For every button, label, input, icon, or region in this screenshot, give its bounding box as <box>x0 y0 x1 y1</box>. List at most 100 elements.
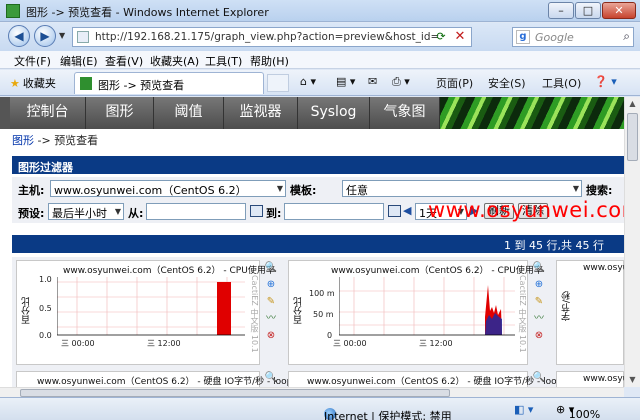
zoom-icon[interactable]: 🔍 <box>264 261 278 275</box>
scroll-thumb[interactable] <box>627 113 638 161</box>
scroll-up-icon[interactable]: ▲ <box>625 97 640 111</box>
export-icon[interactable]: ⊕ <box>532 278 546 292</box>
horizontal-scrollbar[interactable] <box>0 387 624 397</box>
graph-plot <box>339 277 515 337</box>
preset-label: 预设: <box>18 207 45 220</box>
graph-title: www.osyunwei.c <box>583 374 624 384</box>
xtick: 三 00:00 <box>61 339 95 348</box>
xtick: 三 12:00 <box>147 339 181 348</box>
remove-icon[interactable]: ⊗ <box>264 329 278 343</box>
url-text[interactable]: http://192.168.21.175/graph_view.php?act… <box>95 31 440 43</box>
feeds-icon[interactable]: ▤ ▾ <box>336 75 355 88</box>
search-icon[interactable]: ⌕ <box>623 29 630 44</box>
address-bar[interactable]: http://192.168.21.175/graph_view.php?act… <box>72 27 472 47</box>
graph-title: www.osyunwei.com（CentOS 6.2） - CPU使用率 <box>331 266 543 276</box>
status-bar: Internet | 保护模式: 禁用 ◧ ▾ ⊕ 100% ▾ <box>0 397 640 420</box>
trend-icon[interactable]: 〰 <box>532 312 546 326</box>
help-icon[interactable]: ❓ ▾ <box>594 75 617 88</box>
graph-actions: 🔍 ⊕ ✎ 〰 ⊗ <box>532 261 548 346</box>
graph-plot <box>57 277 245 337</box>
graph-panel[interactable]: www.osyunwei.com（CentOS 6.2） - 硬盘 IO字节/秒… <box>288 371 562 387</box>
new-tab-button[interactable] <box>267 74 289 92</box>
search-box[interactable]: g Google ⌕ <box>512 27 634 47</box>
maximize-button[interactable]: □ <box>575 2 601 19</box>
mail-icon[interactable]: ✉ <box>368 75 377 88</box>
forward-button[interactable]: ▶ <box>34 25 56 47</box>
close-button[interactable]: ✕ <box>602 2 636 19</box>
page-menu-button[interactable]: 页面(P) <box>436 75 473 91</box>
trend-icon[interactable]: 〰 <box>264 312 278 326</box>
nav-tab-weathermap[interactable]: 气象图 <box>370 97 440 129</box>
template-select[interactable]: 任意 ▼ <box>342 180 582 197</box>
vertical-scrollbar[interactable]: ▲ ▼ <box>624 97 640 387</box>
shift-left-icon[interactable]: ◀ <box>403 204 411 217</box>
menu-favorites[interactable]: 收藏夹(A) <box>150 53 199 69</box>
calendar-icon[interactable] <box>250 205 263 217</box>
graph-actions: 🔍 ⊕ ✎ 〰 ⊗ <box>264 261 280 346</box>
from-date-input[interactable] <box>146 203 246 220</box>
history-dropdown-icon[interactable]: ▼ <box>59 31 65 40</box>
scroll-down-icon[interactable]: ▼ <box>625 373 640 387</box>
menu-help[interactable]: 帮助(H) <box>250 53 289 69</box>
search-input[interactable]: Google <box>535 31 574 44</box>
graph-panel[interactable]: www.osyunwei.com（CentOS 6.2） - 硬盘 IO字节/秒… <box>16 371 292 387</box>
graph-actions: 🔍 <box>532 371 548 387</box>
graph-title: www.osyunwei.com（CentOS 6.2） - 硬盘 IO字节/秒… <box>307 377 563 387</box>
graph-panel[interactable]: www.osyunwei.c 字节/秒 <box>556 260 624 365</box>
site-watermark: www.osyunwei.com <box>428 198 624 222</box>
remove-icon[interactable]: ⊗ <box>532 329 546 343</box>
print-icon[interactable]: ⎙ ▾ <box>392 75 410 89</box>
zoom-level[interactable]: ⊕ 100% ▾ <box>556 403 600 420</box>
star-icon: ★ <box>10 77 20 90</box>
browser-tab[interactable]: 图形 -> 预览查看 <box>74 72 264 94</box>
back-button[interactable]: ◀ <box>8 25 30 47</box>
ytick: 0 <box>327 331 333 340</box>
host-select[interactable]: www.osyunwei.com（CentOS 6.2） ▼ <box>50 180 286 197</box>
page-favicon-icon <box>6 4 20 18</box>
home-icon[interactable]: ⌂ ▾ <box>300 75 316 88</box>
export-icon[interactable]: ⊕ <box>264 278 278 292</box>
breadcrumb-link-graphs[interactable]: 图形 <box>12 134 34 147</box>
graph-ylabel: 字节/秒 <box>562 291 572 322</box>
filter-header: 图形过滤器 <box>12 156 624 174</box>
minimize-button[interactable]: – <box>548 2 574 19</box>
popup-blocker-icon[interactable]: ◧ ▾ <box>514 403 533 416</box>
ytick: 0.5 <box>39 304 52 313</box>
ytick: 1.0 <box>39 275 52 284</box>
zoom-icon[interactable]: 🔍 <box>264 371 278 385</box>
from-label: 从: <box>128 207 144 220</box>
to-date-input[interactable] <box>284 203 384 220</box>
menu-tools[interactable]: 工具(T) <box>205 53 242 69</box>
settings-icon[interactable]: ✎ <box>532 295 546 309</box>
menu-edit[interactable]: 编辑(E) <box>60 53 98 69</box>
breadcrumb: 图形 -> 预览查看 <box>12 134 99 147</box>
graph-watermark-label: CactiEZ 中文版 10.1 <box>250 275 259 353</box>
zoom-icon[interactable]: 🔍 <box>532 261 546 275</box>
cpu-usage-area <box>217 282 231 335</box>
graph-panel[interactable]: www.osyunwei.c <box>556 371 624 387</box>
refresh-icon[interactable]: ⟳ <box>433 30 449 44</box>
favorites-button[interactable]: ★ 收藏夹 <box>10 75 56 91</box>
template-label: 模板: <box>290 184 317 197</box>
safety-menu-button[interactable]: 安全(S) <box>488 75 526 91</box>
nav-tab-monitor[interactable]: 监视器 <box>224 97 298 129</box>
hscroll-thumb[interactable] <box>20 389 450 397</box>
graph-grid: www.osyunwei.com（CentOS 6.2） - CPU使用率 百分… <box>12 257 624 387</box>
nav-tab-graphs[interactable]: 图形 <box>86 97 154 129</box>
zoom-icon[interactable]: 🔍 <box>532 371 546 385</box>
calendar-icon[interactable] <box>388 205 401 217</box>
graph-panel[interactable]: www.osyunwei.com（CentOS 6.2） - CPU使用率 百分… <box>288 260 543 365</box>
nav-tab-console[interactable]: 控制台 <box>10 97 86 129</box>
window-title: 图形 -> 预览查看 - Windows Internet Explorer <box>26 6 269 19</box>
stop-icon[interactable]: ✕ <box>452 29 468 45</box>
page-icon <box>77 31 89 43</box>
nav-tab-syslog[interactable]: Syslog <box>298 97 370 129</box>
preset-select[interactable]: 最后半小时 ▼ <box>48 203 124 220</box>
window-titlebar: 图形 -> 预览查看 - Windows Internet Explorer –… <box>0 0 640 22</box>
menu-view[interactable]: 查看(V) <box>105 53 143 69</box>
graph-panel[interactable]: www.osyunwei.com（CentOS 6.2） - CPU使用率 百分… <box>16 260 275 365</box>
settings-icon[interactable]: ✎ <box>264 295 278 309</box>
menu-file[interactable]: 文件(F) <box>14 53 51 69</box>
nav-tab-thresholds[interactable]: 阈值 <box>154 97 224 129</box>
tools-menu-button[interactable]: 工具(O) <box>542 75 581 91</box>
